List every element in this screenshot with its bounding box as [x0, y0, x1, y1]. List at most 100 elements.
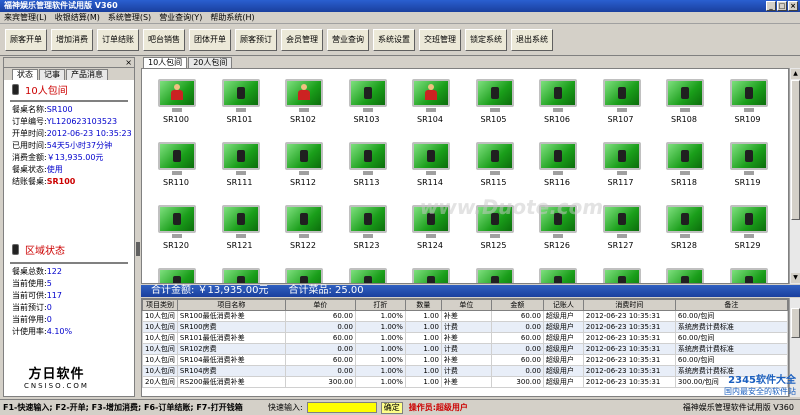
room-tile[interactable]: SR100 — [146, 71, 206, 124]
table-row[interactable]: 10人包间 SR101最低消费补差 60.00 1.00% 1.00 补差 60.00 超级用… — [142, 332, 788, 344]
column-header[interactable]: 单位 — [440, 299, 492, 311]
toolbar-button[interactable]: 交班管理 — [419, 29, 461, 51]
room-tile[interactable]: SR122 — [273, 197, 333, 250]
room-tile[interactable] — [527, 260, 587, 283]
room-tile[interactable]: SR116 — [527, 134, 587, 187]
scroll-thumb[interactable] — [791, 80, 800, 220]
room-tile[interactable]: SR110 — [146, 134, 206, 187]
room-tile[interactable]: SR104 — [400, 71, 460, 124]
menu-item[interactable]: 来宾管理(L) — [0, 12, 51, 23]
room-tab[interactable]: 20人包间 — [188, 57, 233, 68]
confirm-button[interactable]: 确定 — [380, 401, 403, 414]
toolbar-button[interactable]: 锁定系统 — [465, 29, 507, 51]
table-row[interactable]: 10人包间 SR104最低消费补差 60.00 1.00% 1.00 补差 60.00 超级用… — [142, 354, 788, 366]
table-row[interactable]: 10人包间 SR104房费 0.00 1.00% 1.00 计费 0.00 超级用户 2012-… — [142, 365, 788, 377]
room-tile[interactable]: SR120 — [146, 197, 206, 250]
room-tile[interactable]: SR119 — [718, 134, 778, 187]
room-tab[interactable]: 10人包间 — [143, 57, 188, 68]
room-grid-scrollbar[interactable]: ▲ ▼ — [789, 68, 800, 284]
room-tile[interactable]: SR102 — [273, 71, 333, 124]
toolbar-button[interactable]: 营业查询 — [327, 29, 369, 51]
shortcut-hint: F1-快速输入; F2-开单; F3-增加消费; F6-订单结账; F7-打开钱… — [3, 403, 243, 412]
column-header[interactable]: 打折 — [354, 299, 406, 311]
toolbar-button[interactable]: 顾客预订 — [235, 29, 277, 51]
left-tab[interactable]: 记事 — [39, 69, 65, 80]
room-tile[interactable] — [654, 260, 714, 283]
column-header[interactable]: 消费时间 — [582, 299, 676, 311]
room-tile[interactable]: SR121 — [210, 197, 270, 250]
menu-item[interactable]: 系统管理(S) — [104, 12, 155, 23]
room-tile[interactable]: SR112 — [273, 134, 333, 187]
room-tile[interactable]: SR107 — [591, 71, 651, 124]
maximize-button[interactable]: □ — [777, 1, 787, 11]
menu-item[interactable]: 营业查询(Y) — [155, 12, 206, 23]
room-tile[interactable]: SR106 — [527, 71, 587, 124]
room-tile[interactable]: SR113 — [337, 134, 397, 187]
column-header[interactable]: 项目名称 — [176, 299, 286, 311]
table-row[interactable]: 10人包间 SR100房费 0.00 1.00% 1.00 计费 0.00 超级用户 2012-… — [142, 321, 788, 333]
scroll-up-icon[interactable]: ▲ — [791, 69, 800, 79]
column-header[interactable]: 金额 — [490, 299, 544, 311]
room-tile[interactable]: SR115 — [464, 134, 524, 187]
room-tile[interactable]: SR114 — [400, 134, 460, 187]
panel-splitter[interactable] — [136, 57, 140, 397]
room-tile[interactable]: SR126 — [527, 197, 587, 250]
left-tabs: 状态 记事 产品消息 — [4, 68, 134, 80]
table-row[interactable]: 20人包间 RS200最低消费补差 300.00 1.00% 1.00 补差 300.00 超… — [142, 376, 788, 388]
quick-input[interactable] — [306, 402, 377, 413]
room-tile[interactable]: SR127 — [591, 197, 651, 250]
monitor-icon — [221, 79, 260, 112]
table-cell: 补差 — [440, 354, 492, 366]
order-table-scrollbar[interactable] — [789, 298, 800, 397]
room-tile[interactable] — [464, 260, 524, 283]
room-tile[interactable]: SR124 — [400, 197, 460, 250]
toolbar-button[interactable]: 订单结账 — [97, 29, 139, 51]
monitor-icon — [539, 79, 577, 112]
room-tile[interactable]: SR129 — [718, 197, 778, 250]
speaker-icon — [363, 213, 372, 225]
room-tile[interactable]: SR108 — [654, 71, 714, 124]
menu-item[interactable]: 收银结算(M) — [51, 12, 104, 23]
room-tile[interactable]: SR103 — [337, 71, 397, 124]
room-tile[interactable] — [146, 260, 206, 283]
room-tile[interactable] — [718, 260, 778, 283]
room-tile[interactable]: SR111 — [210, 134, 270, 187]
scroll-down-icon[interactable]: ▼ — [791, 273, 800, 283]
toolbar-button[interactable]: 退出系统 — [511, 29, 553, 51]
column-header[interactable]: 记账人 — [542, 299, 584, 311]
menu-item[interactable]: 帮助系统(H) — [206, 12, 258, 23]
toolbar-button[interactable]: 会员管理 — [281, 29, 323, 51]
room-tile[interactable]: SR125 — [464, 197, 524, 250]
toolbar-button[interactable]: 增加消费 — [51, 29, 93, 51]
column-header[interactable]: 数量 — [404, 299, 442, 311]
close-button[interactable]: × — [788, 1, 798, 11]
scroll-thumb[interactable] — [791, 308, 800, 338]
room-tile[interactable]: SR128 — [654, 197, 714, 250]
column-header[interactable]: 单价 — [284, 299, 356, 311]
room-tile[interactable] — [337, 260, 397, 283]
toolbar-button[interactable]: 团体开单 — [189, 29, 231, 51]
room-tile[interactable]: SR105 — [464, 71, 524, 124]
room-tile[interactable] — [210, 260, 270, 283]
table-row[interactable]: 10人包间 SR100最低消费补差 60.00 1.00% 1.00 补差 60.00 超级用… — [142, 310, 788, 322]
collapse-arrow-icon[interactable] — [136, 242, 140, 256]
table-row[interactable]: 10人包间 SR102房费 0.00 1.00% 1.00 计费 0.00 超级用户 2012-… — [142, 343, 788, 355]
left-tab[interactable]: 产品消息 — [66, 69, 108, 80]
room-tile[interactable] — [273, 260, 333, 283]
room-tile[interactable]: SR117 — [591, 134, 651, 187]
room-tile[interactable]: SR109 — [718, 71, 778, 124]
room-tile[interactable]: SR101 — [210, 71, 270, 124]
room-tile[interactable]: SR123 — [337, 197, 397, 250]
column-header[interactable]: 备注 — [674, 299, 788, 311]
left-tab[interactable]: 状态 — [12, 69, 38, 80]
toolbar-button[interactable]: 吧台销售 — [143, 29, 185, 51]
toolbar-button[interactable]: 顾客开单 — [5, 29, 47, 51]
room-tile[interactable] — [591, 260, 651, 283]
room-tile[interactable]: SR118 — [654, 134, 714, 187]
room-label: SR104 — [417, 115, 443, 124]
minimize-button[interactable]: _ — [766, 1, 776, 11]
close-panel-icon[interactable]: × — [125, 58, 132, 68]
toolbar-button[interactable]: 系统设置 — [373, 29, 415, 51]
column-header[interactable]: 项目类别 — [142, 299, 178, 311]
room-tile[interactable] — [400, 260, 460, 283]
